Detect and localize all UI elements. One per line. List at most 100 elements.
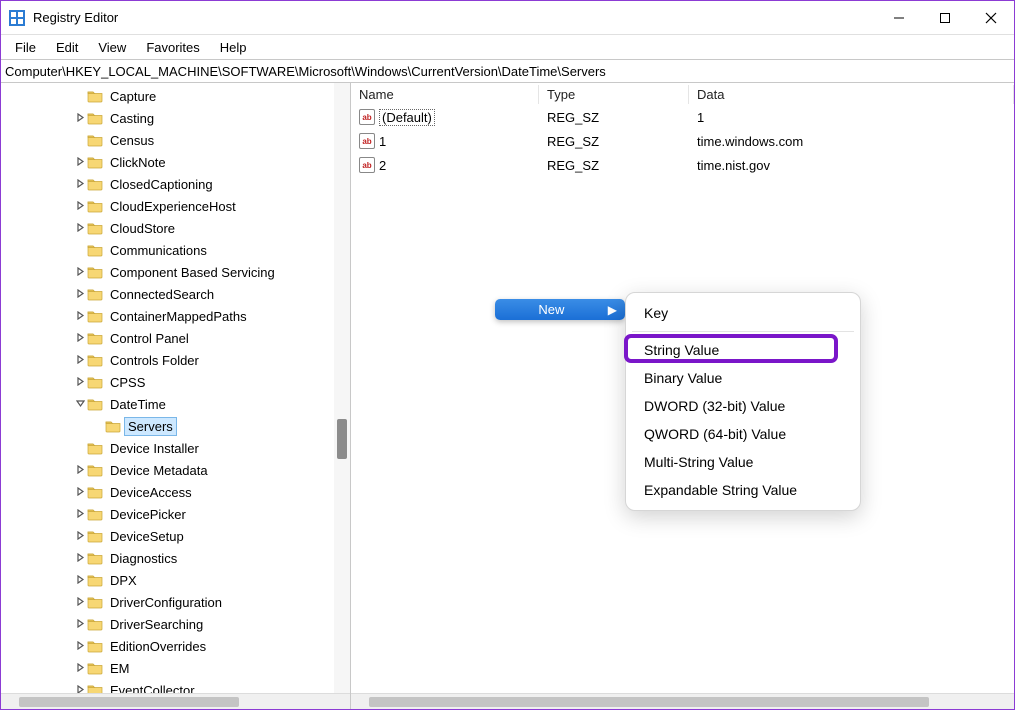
menu-view[interactable]: View: [88, 38, 136, 57]
column-name[interactable]: Name: [351, 85, 539, 104]
cell-name: ab1: [351, 133, 539, 149]
context-menu-new-label: New: [495, 302, 608, 317]
column-type[interactable]: Type: [539, 85, 689, 104]
menu-item[interactable]: Binary Value: [626, 364, 860, 392]
expand-icon[interactable]: [73, 683, 87, 693]
list-horizontal-scrollbar[interactable]: [351, 693, 1014, 709]
minimize-button[interactable]: [876, 3, 922, 33]
expand-icon[interactable]: [73, 529, 87, 543]
expand-icon[interactable]: [73, 507, 87, 521]
menu-item[interactable]: String Value: [626, 336, 860, 364]
expand-icon[interactable]: [73, 331, 87, 345]
menu-help[interactable]: Help: [210, 38, 257, 57]
tree-item[interactable]: ContainerMappedPaths: [1, 305, 350, 327]
cell-type: REG_SZ: [539, 134, 689, 149]
expand-icon[interactable]: [73, 287, 87, 301]
tree-horizontal-scrollbar[interactable]: [1, 693, 350, 709]
tree-vertical-scrollbar[interactable]: [334, 83, 350, 693]
expand-icon[interactable]: [73, 353, 87, 367]
tree-item[interactable]: DateTime: [1, 393, 350, 415]
list-row[interactable]: ab1REG_SZtime.windows.com: [351, 129, 1014, 153]
expand-icon[interactable]: [73, 661, 87, 675]
list-row[interactable]: ab(Default)REG_SZ1: [351, 105, 1014, 129]
expand-icon[interactable]: [73, 397, 87, 411]
folder-icon: [87, 375, 103, 389]
folder-icon: [87, 463, 103, 477]
tree-item[interactable]: EventCollector: [1, 679, 350, 693]
menu-item[interactable]: Expandable String Value: [626, 476, 860, 504]
tree-item[interactable]: Census: [1, 129, 350, 151]
tree-item[interactable]: DPX: [1, 569, 350, 591]
tree-item[interactable]: DeviceSetup: [1, 525, 350, 547]
tree-item-label: Diagnostics: [107, 550, 180, 567]
menu-favorites[interactable]: Favorites: [136, 38, 209, 57]
client-area: Capture Casting Census ClickNote ClosedC…: [1, 83, 1014, 709]
registry-tree[interactable]: Capture Casting Census ClickNote ClosedC…: [1, 83, 350, 693]
tree-item[interactable]: EditionOverrides: [1, 635, 350, 657]
expand-icon[interactable]: [73, 573, 87, 587]
expand-icon[interactable]: [73, 595, 87, 609]
folder-icon: [87, 441, 103, 455]
tree-item[interactable]: CloudStore: [1, 217, 350, 239]
tree-item[interactable]: ClosedCaptioning: [1, 173, 350, 195]
tree-item[interactable]: DeviceAccess: [1, 481, 350, 503]
expand-icon[interactable]: [73, 463, 87, 477]
expand-icon[interactable]: [73, 155, 87, 169]
expand-icon[interactable]: [73, 375, 87, 389]
address-bar[interactable]: Computer\HKEY_LOCAL_MACHINE\SOFTWARE\Mic…: [1, 59, 1014, 83]
expand-icon[interactable]: [73, 639, 87, 653]
folder-icon: [87, 617, 103, 631]
folder-icon: [87, 529, 103, 543]
tree-item[interactable]: DriverSearching: [1, 613, 350, 635]
tree-item[interactable]: Servers: [1, 415, 350, 437]
expand-icon[interactable]: [73, 551, 87, 565]
list-body[interactable]: ab(Default)REG_SZ1ab1REG_SZtime.windows.…: [351, 105, 1014, 177]
context-menu-new[interactable]: New ▶: [495, 299, 625, 320]
close-button[interactable]: [968, 3, 1014, 33]
tree-item[interactable]: Communications: [1, 239, 350, 261]
cell-data: 1: [689, 110, 1014, 125]
maximize-button[interactable]: [922, 3, 968, 33]
folder-icon: [87, 507, 103, 521]
column-data[interactable]: Data: [689, 85, 1014, 104]
tree-item[interactable]: Controls Folder: [1, 349, 350, 371]
menu-file[interactable]: File: [5, 38, 46, 57]
folder-icon: [87, 595, 103, 609]
expand-icon[interactable]: [73, 485, 87, 499]
menu-item[interactable]: Multi-String Value: [626, 448, 860, 476]
list-header[interactable]: Name Type Data: [351, 83, 1014, 105]
context-submenu-new[interactable]: Key String ValueBinary ValueDWORD (32-bit…: [625, 292, 861, 511]
tree-item[interactable]: EM: [1, 657, 350, 679]
tree-item[interactable]: Casting: [1, 107, 350, 129]
tree-item-label: CloudStore: [107, 220, 178, 237]
cell-name: ab2: [351, 157, 539, 173]
tree-item[interactable]: Control Panel: [1, 327, 350, 349]
menu-item[interactable]: Key: [626, 299, 860, 327]
string-value-icon: ab: [359, 109, 375, 125]
tree-item-label: DriverConfiguration: [107, 594, 225, 611]
list-row[interactable]: ab2REG_SZtime.nist.gov: [351, 153, 1014, 177]
expand-icon[interactable]: [73, 111, 87, 125]
tree-item[interactable]: Capture: [1, 85, 350, 107]
expand-icon[interactable]: [73, 199, 87, 213]
expand-icon[interactable]: [73, 221, 87, 235]
menu-edit[interactable]: Edit: [46, 38, 88, 57]
tree-item[interactable]: DevicePicker: [1, 503, 350, 525]
expand-icon[interactable]: [73, 617, 87, 631]
expand-icon[interactable]: [73, 309, 87, 323]
folder-icon: [87, 639, 103, 653]
tree-item[interactable]: CPSS: [1, 371, 350, 393]
expand-icon[interactable]: [73, 177, 87, 191]
menu-item[interactable]: DWORD (32-bit) Value: [626, 392, 860, 420]
expand-icon[interactable]: [73, 265, 87, 279]
tree-item[interactable]: Device Installer: [1, 437, 350, 459]
menu-item[interactable]: QWORD (64-bit) Value: [626, 420, 860, 448]
folder-icon: [87, 199, 103, 213]
tree-item[interactable]: Diagnostics: [1, 547, 350, 569]
tree-item[interactable]: Device Metadata: [1, 459, 350, 481]
tree-item[interactable]: Component Based Servicing: [1, 261, 350, 283]
tree-item[interactable]: ClickNote: [1, 151, 350, 173]
tree-item[interactable]: CloudExperienceHost: [1, 195, 350, 217]
tree-item[interactable]: DriverConfiguration: [1, 591, 350, 613]
tree-item[interactable]: ConnectedSearch: [1, 283, 350, 305]
